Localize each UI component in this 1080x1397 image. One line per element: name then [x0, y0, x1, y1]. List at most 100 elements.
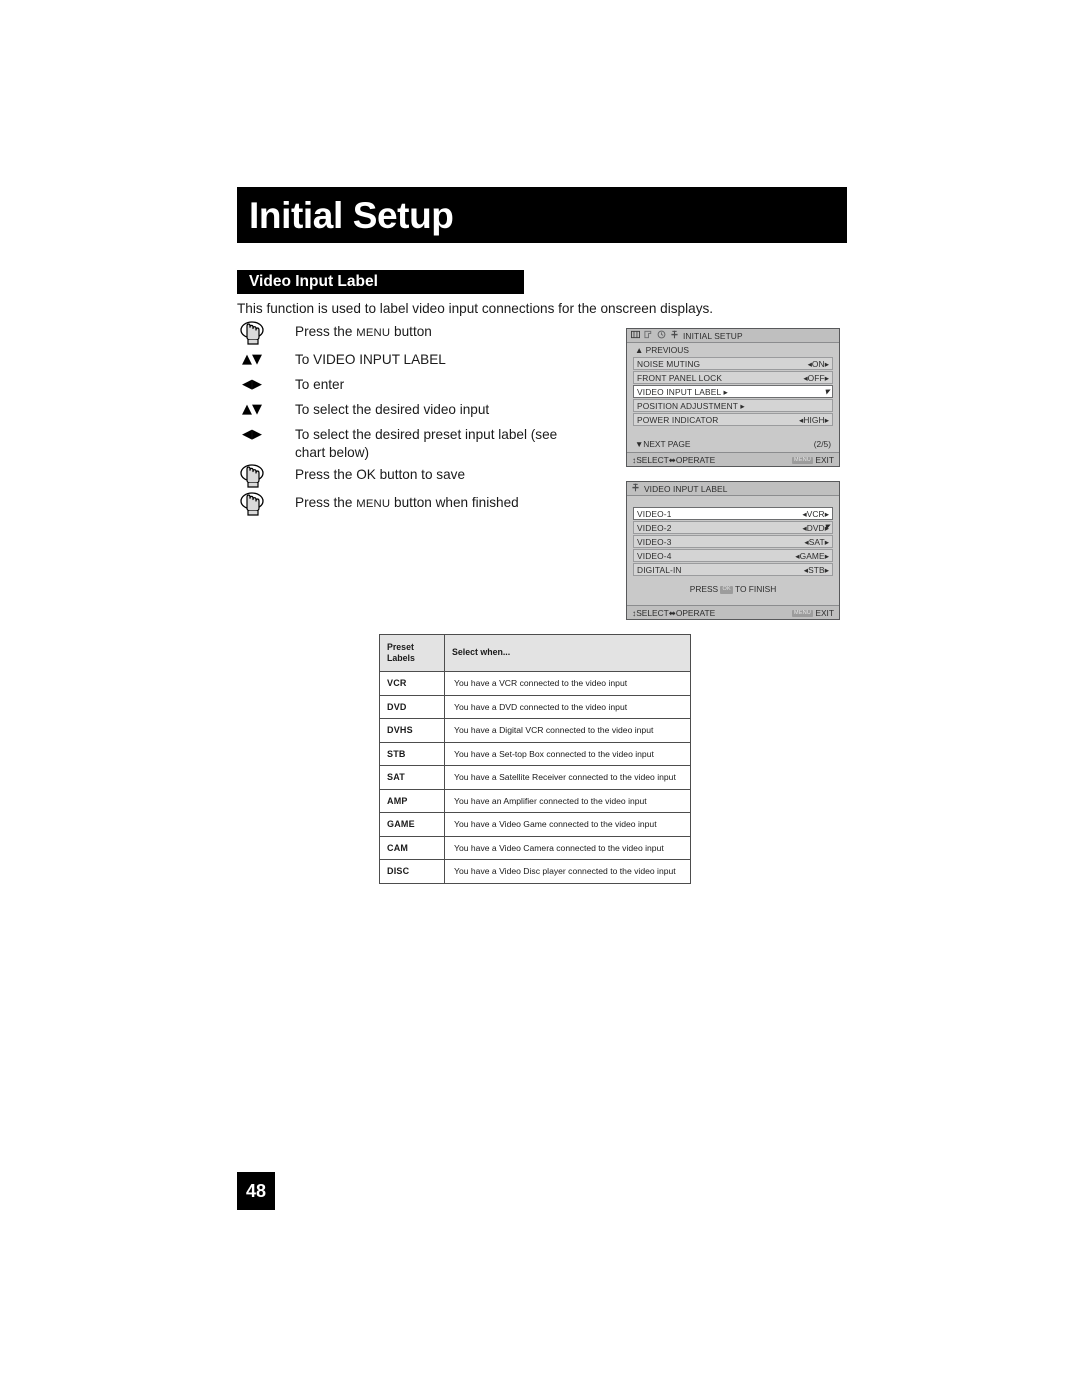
preset-desc-cell: You have a DVD connected to the video in…: [444, 694, 691, 719]
osd-previous-label: PREVIOUS: [645, 345, 689, 355]
cursor-pointer-icon: [825, 388, 832, 395]
preset-label-cell: DVHS: [379, 718, 445, 743]
clock-icon: [657, 330, 666, 341]
step-text: To select the desired video input: [295, 402, 490, 417]
osd-row-noise-muting[interactable]: NOISE MUTING ◂ON▸: [633, 357, 833, 370]
hand-press-icon: [237, 320, 295, 347]
lock-icon: [670, 330, 679, 341]
column-header-select-when: Select when...: [444, 634, 691, 672]
osd-row-value[interactable]: ◂STB▸: [804, 565, 829, 575]
preset-desc-cell: You have an Amplifier connected to the v…: [444, 788, 691, 813]
left-right-arrow-glyph: ◀▶: [242, 377, 262, 392]
preset-desc-cell: You have a Digital VCR connected to the …: [444, 718, 691, 743]
osd-row-digital-in[interactable]: DIGITAL-IN ◂STB▸: [633, 563, 833, 576]
osd-row-label: VIDEO-4: [637, 550, 672, 561]
table-row: VCR You have a VCR connected to the vide…: [379, 671, 691, 696]
preset-desc-cell: You have a Video Game connected to the v…: [444, 812, 691, 837]
page-number: 48: [237, 1172, 275, 1210]
osd-title: INITIAL SETUP: [683, 330, 743, 341]
step-item: ◀▶ To select the desired preset input la…: [237, 423, 587, 462]
osd-panel-video-input-label: VIDEO INPUT LABEL VIDEO-1 ◂VCR▸ VIDEO-2 …: [626, 481, 840, 620]
osd-row-label: VIDEO-1: [637, 508, 672, 519]
table-body: VCR You have a VCR connected to the vide…: [379, 671, 691, 884]
menu-button-chip: MENU: [792, 609, 814, 618]
osd-footer-exit[interactable]: MENU EXIT: [792, 608, 834, 618]
osd-footer-hints: ↕SELECT⬌OPERATE: [632, 454, 716, 465]
step-item: ▲▼ To select the desired video input: [237, 398, 587, 422]
steps-list: Press the MENU button ▲▼ To VIDEO INPUT …: [237, 320, 587, 519]
step-item: Press the MENU button when finished: [237, 491, 587, 518]
osd-footer: ↕SELECT⬌OPERATE MENU EXIT: [627, 452, 839, 466]
preset-label-cell: DISC: [379, 859, 445, 884]
ok-button-chip: OK: [720, 586, 733, 594]
osd-row-label: VIDEO INPUT LABEL ▸: [637, 386, 728, 397]
up-down-arrow-icon: ▲▼: [237, 398, 295, 416]
osd-body: VIDEO-1 ◂VCR▸ VIDEO-2 ◂DVD▸ VIDEO-3 ◂SAT…: [627, 496, 839, 594]
osd-row-power-indicator[interactable]: POWER INDICATOR ◂HIGH▸: [633, 413, 833, 426]
section-heading-bar: Video Input Label: [237, 270, 524, 294]
osd-row-value[interactable]: ◂ON▸: [808, 359, 829, 369]
preset-label-cell: CAM: [379, 835, 445, 860]
osd-previous-item[interactable]: ▲ PREVIOUS: [633, 343, 833, 357]
section-title: Video Input Label: [249, 273, 378, 291]
up-down-arrow-glyph: ▲▼: [242, 352, 262, 367]
osd-menu-rows: NOISE MUTING ◂ON▸ FRONT PANEL LOCK ◂OFF▸…: [633, 357, 833, 426]
osd-next-page[interactable]: ▼NEXT PAGE (2/5): [633, 439, 833, 449]
hand-press-icon: [237, 491, 295, 518]
intro-paragraph: This function is used to label video inp…: [237, 301, 714, 316]
preset-label-cell: AMP: [379, 788, 445, 813]
left-right-arrow-icon: ◀▶: [237, 423, 295, 441]
osd-row-video-3[interactable]: VIDEO-3 ◂SAT▸: [633, 535, 833, 548]
preset-labels-table: Preset Labels Select when... VCR You have…: [379, 634, 691, 884]
table-row: AMP You have an Amplifier connected to t…: [379, 788, 691, 813]
osd-row-label: POWER INDICATOR: [637, 414, 719, 425]
step-text: Press the MENU button when finished: [295, 494, 519, 510]
osd-row-value[interactable]: ◂SAT▸: [804, 537, 829, 547]
osd-title: VIDEO INPUT LABEL: [644, 483, 728, 494]
step-text: Press the OK button to save: [295, 466, 466, 482]
osd-body: ▲ PREVIOUS NOISE MUTING ◂ON▸ FRONT PANEL…: [627, 343, 839, 449]
left-right-arrow-glyph: ◀▶: [242, 427, 262, 442]
preset-desc-cell: You have a Video Camera connected to the…: [444, 835, 691, 860]
up-triangle-icon: ▲: [635, 345, 644, 355]
book-icon: [631, 330, 640, 341]
osd-row-video-1[interactable]: VIDEO-1 ◂VCR▸: [633, 507, 833, 520]
osd-next-page-label: ▼NEXT PAGE: [635, 439, 691, 449]
osd-row-front-panel-lock[interactable]: FRONT PANEL LOCK ◂OFF▸: [633, 371, 833, 384]
table-header: Preset Labels Select when...: [379, 634, 691, 672]
table-row: CAM You have a Video Camera connected to…: [379, 835, 691, 860]
osd-finish-note: PRESS OK TO FINISH: [689, 584, 777, 594]
step-item: ▲▼ To VIDEO INPUT LABEL: [237, 348, 587, 372]
step-text: To VIDEO INPUT LABEL: [295, 352, 446, 367]
osd-row-video-4[interactable]: VIDEO-4 ◂GAME▸: [633, 549, 833, 562]
osd-row-value[interactable]: ◂OFF▸: [803, 373, 829, 383]
preset-label-cell: DVD: [379, 694, 445, 719]
osd-row-value[interactable]: ◂GAME▸: [795, 551, 829, 561]
preset-desc-cell: You have a Set-top Box connected to the …: [444, 741, 691, 766]
table-row: DVHS You have a Digital VCR connected to…: [379, 718, 691, 743]
osd-row-value[interactable]: ◂VCR▸: [802, 509, 829, 519]
step-item: ◀▶ To enter: [237, 373, 587, 397]
osd-row-label: POSITION ADJUSTMENT ▸: [637, 400, 745, 411]
table-row: GAME You have a Video Game connected to …: [379, 812, 691, 837]
preset-desc-cell: You have a Satellite Receiver connected …: [444, 765, 691, 790]
preset-label-cell: STB: [379, 741, 445, 766]
osd-row-video-input-label[interactable]: VIDEO INPUT LABEL ▸: [633, 385, 833, 398]
osd-row-video-2[interactable]: VIDEO-2 ◂DVD▸: [633, 521, 833, 534]
step-text: Press the MENU button: [295, 324, 432, 339]
step-text: To select the desired preset input label…: [295, 427, 558, 460]
osd-row-value[interactable]: ◂HIGH▸: [799, 415, 829, 425]
table-header-row: Preset Labels Select when...: [379, 634, 691, 672]
osd-footer: ↕SELECT⬌OPERATE MENU EXIT: [627, 605, 839, 619]
osd-row-label: VIDEO-2: [637, 522, 672, 533]
left-right-arrow-icon: ◀▶: [237, 373, 295, 391]
preset-label-cell: SAT: [379, 765, 445, 790]
osd-page-counter: (2/5): [813, 439, 831, 449]
chapter-title-bar: Initial Setup: [237, 187, 847, 243]
osd-row-position-adjustment[interactable]: POSITION ADJUSTMENT ▸: [633, 399, 833, 412]
lock-icon: [631, 483, 640, 494]
chapter-title: Initial Setup: [249, 194, 454, 236]
osd-row-label: NOISE MUTING: [637, 358, 701, 369]
osd-footer-exit[interactable]: MENU EXIT: [792, 455, 834, 465]
preset-desc-cell: You have a Video Disc player connected t…: [444, 859, 691, 884]
